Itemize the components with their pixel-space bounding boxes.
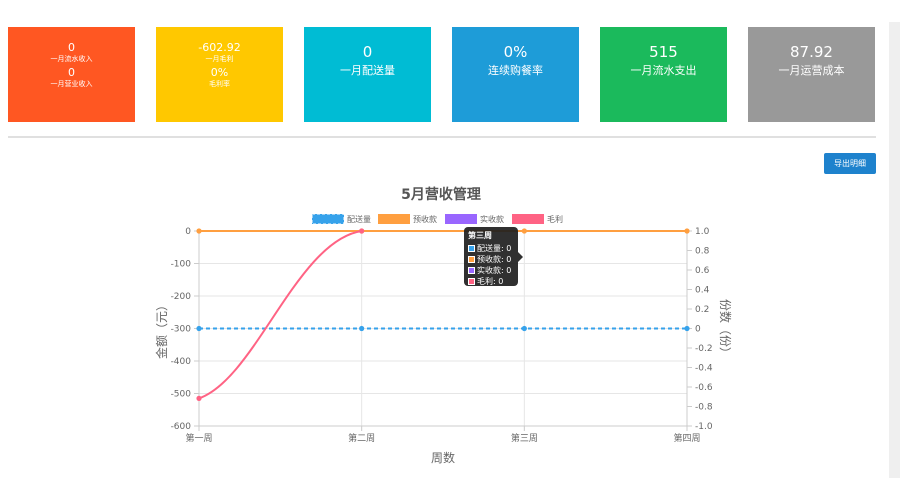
y2-tick-label: 1.0 (695, 227, 710, 237)
legend-label[interactable]: 预收款 (413, 214, 437, 224)
y2-tick-label: 0.2 (695, 305, 709, 315)
y-axis-title: 金额（元） (154, 299, 169, 359)
tooltip-swatch (468, 256, 475, 263)
y2-tick-label: 0.4 (695, 286, 710, 296)
tooltip-row: 毛利: 0 (468, 276, 514, 287)
y-tick-label: 0 (185, 227, 191, 237)
x-tick-label: 第三周 (511, 432, 538, 444)
y-tick-label: -600 (171, 422, 192, 432)
legend-label[interactable]: 实收款 (480, 214, 504, 224)
y2-tick-label: -0.8 (695, 403, 713, 413)
legend-label[interactable]: 毛利 (547, 214, 563, 224)
legend-swatch[interactable] (311, 213, 345, 225)
data-point (359, 325, 365, 332)
data-point (359, 228, 365, 234)
series-line (198, 230, 362, 400)
legend-swatch[interactable] (378, 214, 410, 224)
tooltip-title: 第三周 (468, 231, 492, 240)
tooltip-row-text: 预收款: 0 (477, 255, 512, 264)
y-tick-label: -200 (171, 292, 192, 302)
data-point (196, 228, 202, 234)
chart-tooltip: 第三周 配送量: 0 预收款: 0 实收款: 0 毛利: 0 (464, 227, 523, 287)
legend-swatch[interactable] (512, 214, 544, 224)
chart-axes: 0 -100 -200 -300 -400 -500 -600 1.0 0.8 0.6 0.4 0.2… (171, 227, 713, 444)
x-tick-label: 第一周 (185, 432, 212, 444)
data-point (684, 325, 690, 332)
y2-tick-label: -0.6 (695, 383, 713, 393)
y2-tick-label: 0.6 (695, 266, 710, 276)
tooltip-row: 实收款: 0 (468, 265, 514, 276)
tooltip-row-text: 实收款: 0 (477, 266, 512, 275)
chart-title: 5月营收管理 (401, 186, 481, 203)
x-tick-label: 第四周 (673, 432, 700, 444)
data-point (684, 228, 690, 234)
tooltip-swatch (468, 267, 475, 274)
x-axis-title: 周数 (431, 450, 455, 465)
tooltip-swatch (468, 278, 475, 285)
y2-tick-label: -1.0 (695, 422, 713, 432)
y2-tick-label: 0 (695, 325, 701, 335)
data-point (196, 325, 202, 332)
tooltip-row: 预收款: 0 (468, 254, 514, 265)
x-tick-label: 第二周 (348, 432, 375, 444)
y-tick-label: -300 (171, 325, 192, 335)
tooltip-swatch (468, 245, 475, 252)
chart-series (196, 228, 690, 401)
data-point (521, 228, 527, 234)
tooltip-row-text: 毛利: 0 (477, 277, 504, 286)
legend-label[interactable]: 配送量 (347, 214, 371, 224)
data-point (196, 395, 202, 401)
chart-legend[interactable]: 配送量 预收款 实收款 毛利 (311, 213, 563, 225)
data-point (521, 325, 527, 332)
y-tick-label: -500 (171, 390, 192, 400)
legend-swatch[interactable] (445, 214, 477, 224)
y2-axis-title: 份数（份） (718, 299, 733, 359)
y-tick-label: -100 (171, 260, 192, 270)
y2-tick-label: -0.2 (695, 344, 713, 354)
y-tick-label: -400 (171, 357, 192, 367)
revenue-chart: 0 -100 -200 -300 -400 -500 -600 1.0 0.8 0.6 0.4 0.2… (154, 186, 733, 465)
y2-tick-label: -0.4 (695, 364, 713, 374)
tooltip-row: 配送量: 0 (468, 243, 514, 254)
y2-tick-label: 0.8 (695, 247, 710, 257)
tooltip-row-text: 配送量: 0 (477, 244, 512, 253)
